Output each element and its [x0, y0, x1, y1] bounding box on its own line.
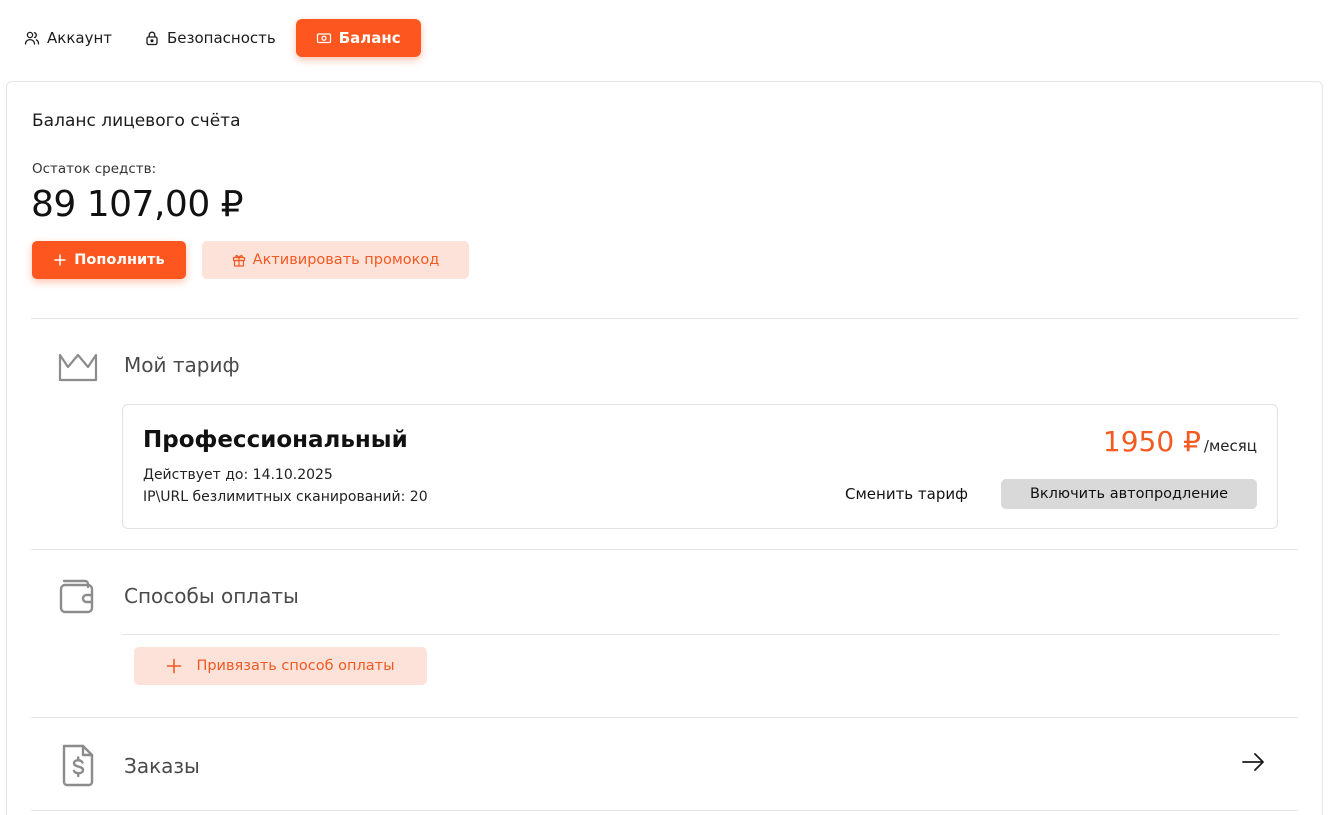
orders-row[interactable]: Заказы: [31, 719, 1298, 811]
plus-icon: [167, 658, 182, 674]
tariff-price: 1950 ₽ /месяц: [1103, 425, 1257, 458]
tariff-scans: IP\URL безлимитных сканирований: 20: [143, 489, 428, 505]
users-icon: [24, 31, 40, 45]
topup-button-label: Пополнить: [74, 252, 165, 268]
arrow-right-icon[interactable]: [1240, 749, 1266, 775]
gift-icon: [232, 255, 245, 267]
tab-account-label: Аккаунт: [47, 29, 112, 47]
tariff-price-value: 1950 ₽: [1102, 425, 1201, 458]
divider: [31, 549, 1298, 550]
tariff-section-title: Мой тариф: [124, 353, 240, 377]
cash-icon: [316, 33, 331, 44]
lock-icon: [146, 31, 158, 46]
wallet-icon: [59, 579, 94, 614]
tariff-price-unit: /месяц: [1203, 437, 1257, 455]
tab-bar: Аккаунт Безопасность Баланс: [12, 19, 421, 57]
orders-section-title: Заказы: [124, 754, 200, 778]
enable-autorenew-button[interactable]: Включить автопродление: [1001, 479, 1257, 509]
activate-promo-button[interactable]: Активировать промокод: [202, 241, 469, 279]
plus-icon: [54, 254, 67, 266]
balance-amount: 89 107,00 ₽: [31, 184, 244, 225]
tariff-name: Профессиональный: [143, 427, 408, 453]
change-tariff-link[interactable]: Сменить тариф: [845, 485, 968, 503]
invoice-dollar-icon: [62, 744, 94, 787]
tab-security-label: Безопасность: [167, 29, 276, 47]
add-payment-method-label: Привязать способ оплаты: [196, 658, 395, 674]
divider: [31, 318, 1298, 319]
payment-section-title: Способы оплаты: [124, 584, 299, 608]
tariff-valid-until: Действует до: 14.10.2025: [143, 467, 333, 483]
balance-remaining-label: Остаток средств:: [32, 161, 157, 177]
tariff-box: Профессиональный Действует до: 14.10.202…: [122, 404, 1278, 529]
tab-account[interactable]: Аккаунт: [12, 19, 124, 57]
balance-card: Баланс лицевого счёта Остаток средств: 8…: [6, 81, 1323, 815]
divider: [31, 810, 1298, 811]
tab-balance-label: Баланс: [338, 29, 401, 47]
tab-security[interactable]: Безопасность: [132, 19, 288, 57]
topup-button[interactable]: Пополнить: [32, 241, 186, 279]
divider: [31, 717, 1298, 718]
add-payment-method-button[interactable]: Привязать способ оплаты: [134, 647, 427, 685]
divider: [122, 634, 1279, 635]
activate-promo-label: Активировать промокод: [252, 252, 440, 268]
crown-icon: [58, 353, 98, 382]
balance-title: Баланс лицевого счёта: [32, 111, 241, 131]
tab-balance[interactable]: Баланс: [295, 19, 421, 57]
